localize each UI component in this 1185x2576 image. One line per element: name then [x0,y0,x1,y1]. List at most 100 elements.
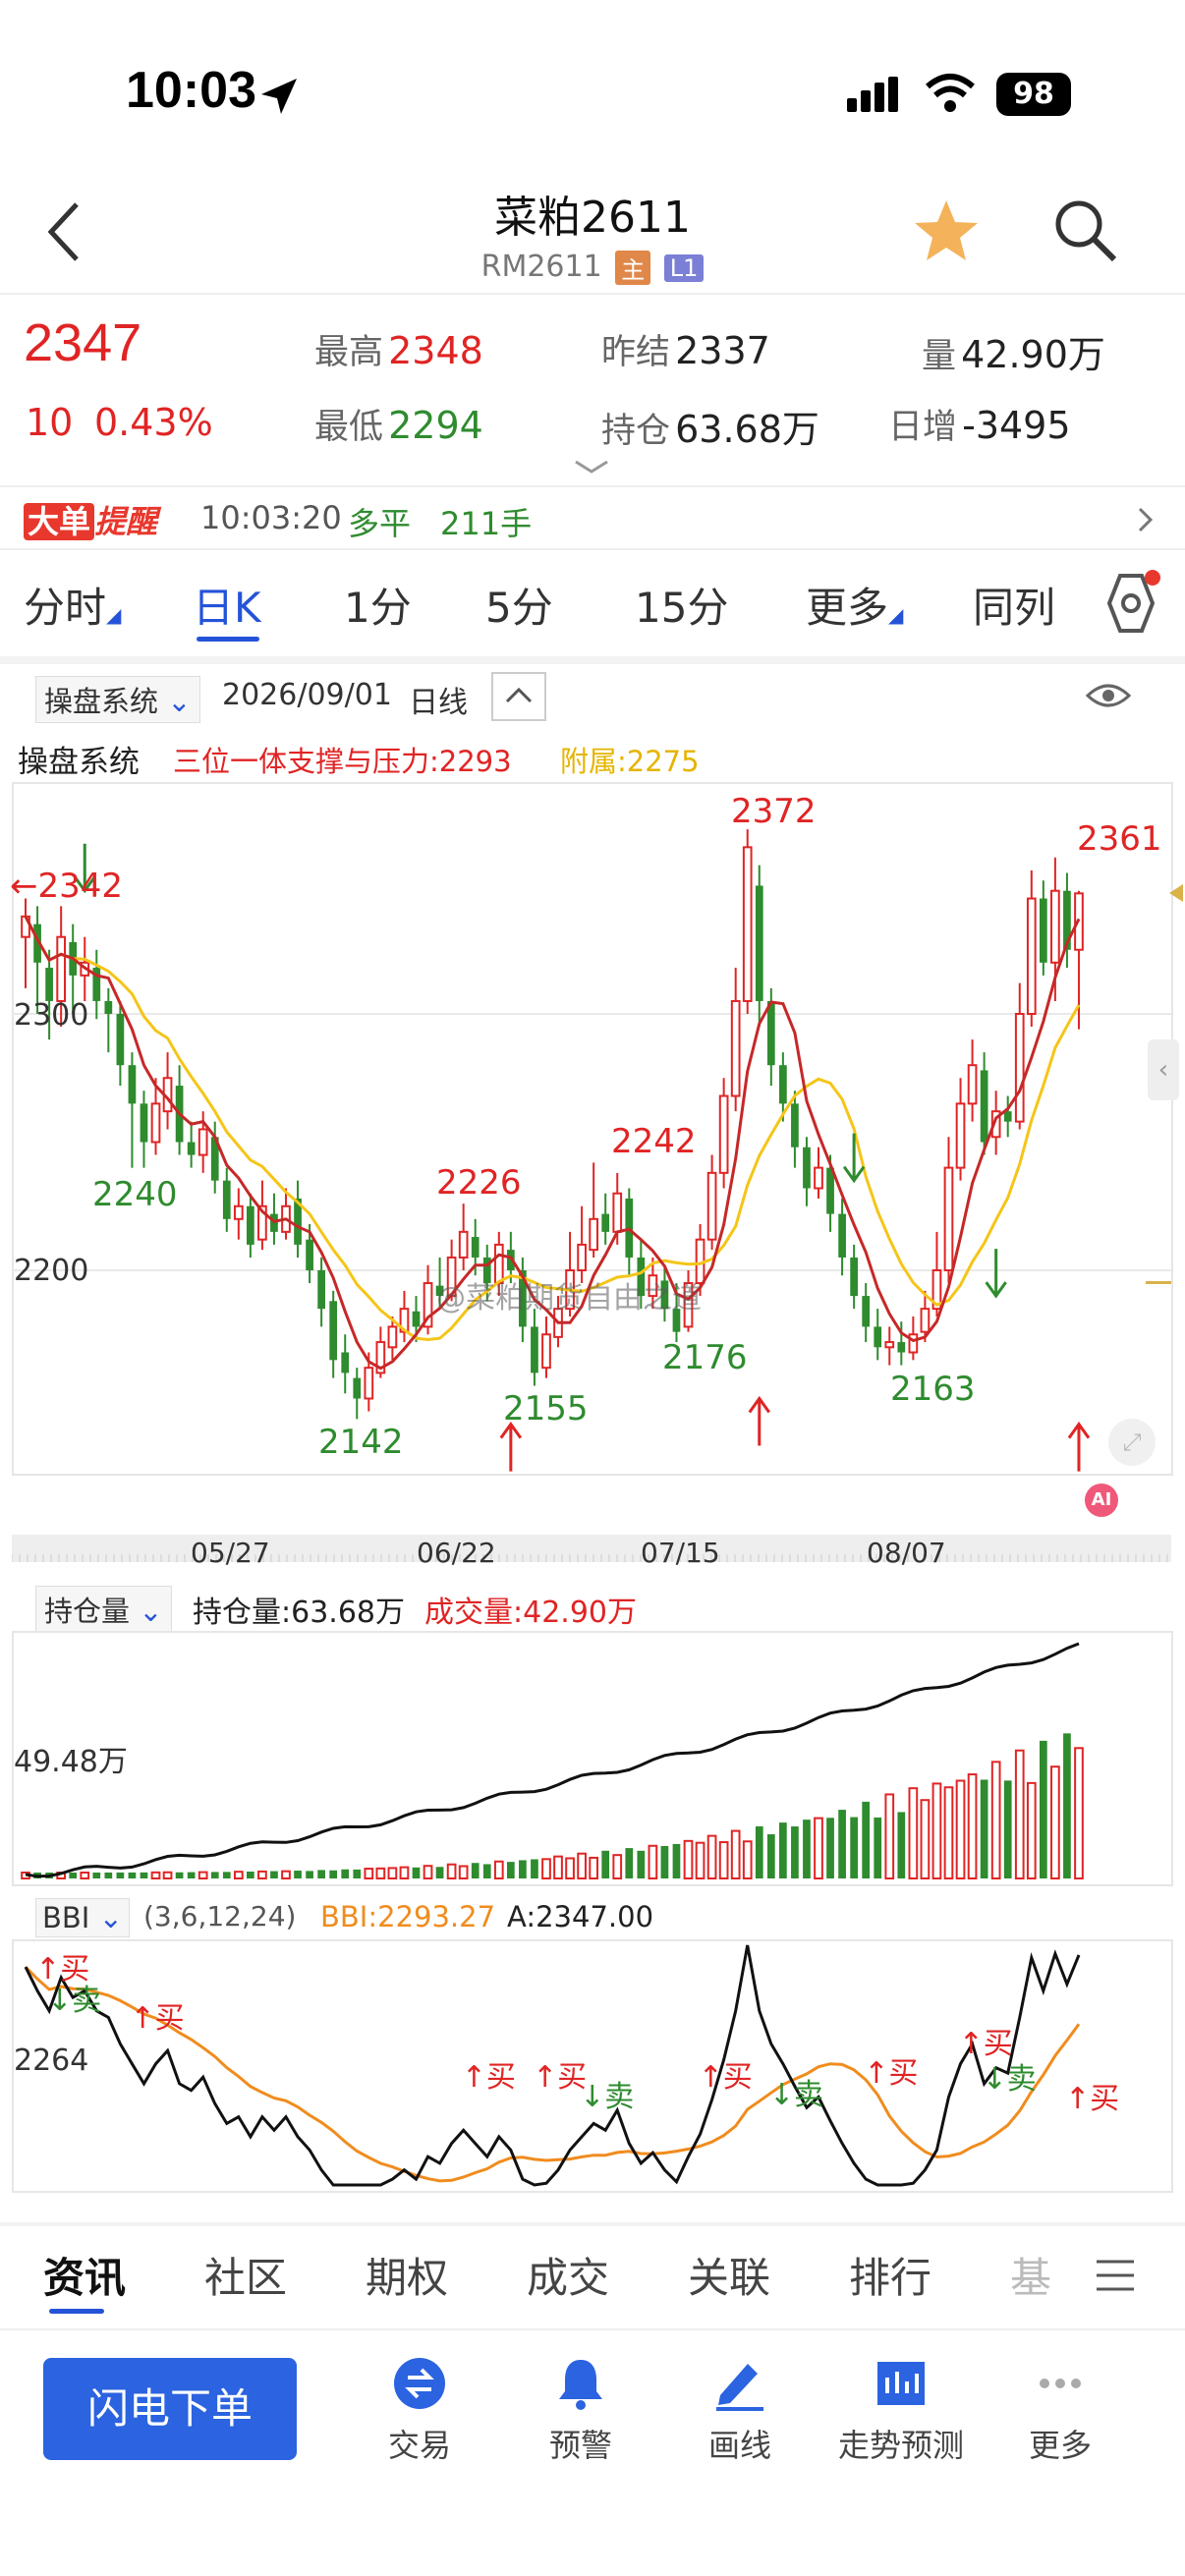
chevron-right-icon[interactable] [1136,505,1156,534]
volume-bar [92,1872,101,1878]
volume-bar [150,1871,161,1880]
signal-icon [847,77,898,112]
main-contract-badge: 主 [615,251,651,285]
volume-bar [920,1799,931,1880]
tab-more[interactable]: 更多◢ [806,575,903,635]
volume-bar [353,1869,362,1878]
tab-ranking[interactable]: 排行 [849,2245,931,2305]
volume-bar [375,1867,386,1880]
bbi-y-tick: 2264 [14,2044,89,2078]
fullscreen-icon[interactable]: ⤢ [1108,1419,1156,1466]
volume-bar [80,1871,90,1879]
volume-bar [1014,1749,1025,1880]
volume-bar [458,1865,469,1879]
candle-body [955,1102,966,1169]
status-bar: 10:03 98 [0,0,1185,177]
candle-body [814,1166,823,1190]
chevron-down-icon: ⌄ [98,1901,123,1934]
forecast-button[interactable]: 走势预测 [827,2356,975,2466]
tab-dropdown-icon: ◢ [888,603,904,627]
tab-related[interactable]: 关联 [688,2245,770,2305]
bbi-sell-mark: ↓卖 [580,2080,634,2114]
favorite-star-icon[interactable] [912,196,981,265]
volume-bar [104,1872,113,1878]
eye-icon[interactable] [1085,678,1132,713]
bbi-selector[interactable]: BBI ⌄ [35,1898,130,1937]
volume-bar [742,1840,753,1879]
volume-bar [128,1872,137,1878]
volume-bar [412,1867,421,1878]
price-label-2240: 2240 [92,1175,178,1214]
alert-button[interactable]: 预警 [507,2356,654,2466]
volume-bar [553,1855,563,1880]
candle-body [1050,889,1060,964]
price-label-2226: 2226 [436,1163,522,1203]
ai-badge[interactable]: AI [1085,1484,1118,1517]
volume-label: 成交量:42.90万 [424,1596,637,1630]
candle-body [577,1243,587,1271]
tab-news[interactable]: 资讯 [43,2245,126,2305]
battery-icon: 98 [996,73,1071,116]
price-marker-line [1146,1281,1171,1284]
more-button[interactable]: 更多 [987,2356,1134,2466]
chevron-up-icon [505,687,533,703]
page-title: 菜粕2611 [494,193,691,243]
watermark: @菜粕期货自由之道 [436,1281,702,1316]
volume-bar [803,1820,811,1878]
x-tick-0807: 08/07 [867,1537,946,1569]
bbi-chart[interactable]: ↑买↓卖↑买↑买 ↑买↓卖↑买↓卖↑买↑买↓卖↑买 [12,1939,1171,2191]
status-time: 10:03 [126,62,256,119]
candle-body [56,935,67,1002]
candlestick-chart[interactable] [12,782,1171,1474]
trade-button[interactable]: 交易 [346,2356,493,2466]
buy-signal-arrow [748,1395,770,1446]
candle-body [471,1237,480,1258]
draw-button[interactable]: 画线 [666,2356,814,2466]
candle-body [364,1367,374,1400]
volume-bar [69,1872,78,1878]
price-label-2155: 2155 [503,1389,589,1428]
volume-bar [257,1870,267,1879]
settings-hex-icon[interactable] [1091,570,1169,639]
oi-selector[interactable]: 持仓量 ⌄ [35,1586,172,1633]
tab-1min[interactable]: 1分 [344,575,412,635]
tab-fundamentals[interactable]: 基 [1010,2245,1051,2305]
tab-5min[interactable]: 5分 [485,575,553,635]
volume-bar [364,1868,374,1880]
volume-bar [435,1867,444,1878]
bbi-buy-mark: ↑买 [959,2027,1013,2061]
volume-bar [233,1871,244,1879]
search-icon[interactable] [1051,196,1120,265]
oi-volume-chart[interactable] [12,1631,1171,1884]
candle-body [742,846,753,1002]
big-order-alert[interactable]: 大单 提醒 [24,497,157,540]
price-change: 10 [26,401,74,444]
volume-bar [294,1871,302,1878]
volume-bar [175,1872,184,1878]
candle-body [140,1103,148,1143]
time-axis-ruler[interactable] [12,1535,1171,1562]
candle-body [803,1147,811,1189]
alert-time: 10:03:20 [200,499,342,536]
menu-icon[interactable] [1095,2258,1136,2293]
volume-bar [140,1872,148,1878]
x-tick-0715: 07/15 [641,1537,720,1569]
expand-chevron-icon[interactable] [572,458,611,476]
system-selector[interactable]: 操盘系统 ⌄ [35,676,200,723]
tab-daily-k[interactable]: 日K [193,575,261,635]
tab-options[interactable]: 期权 [366,2245,448,2305]
quick-order-button[interactable]: 闪电下单 [43,2358,297,2460]
volume-bar [247,1872,254,1878]
volume-bar [1063,1733,1071,1878]
side-collapse-handle[interactable]: ‹ [1148,1039,1179,1100]
tab-trades[interactable]: 成交 [527,2245,609,2305]
tab-intraday[interactable]: 分时◢ [24,575,121,635]
tab-community[interactable]: 社区 [204,2245,287,2305]
volume-bar [116,1872,125,1878]
collapse-button[interactable] [491,672,546,721]
candle-body [458,1230,469,1259]
tab-compare[interactable]: 同列 [973,575,1055,635]
tab-15min[interactable]: 15分 [635,575,728,635]
alert-qty: 211手 [440,505,533,542]
bbi-buy-mark: ↑买 [35,1952,89,1987]
